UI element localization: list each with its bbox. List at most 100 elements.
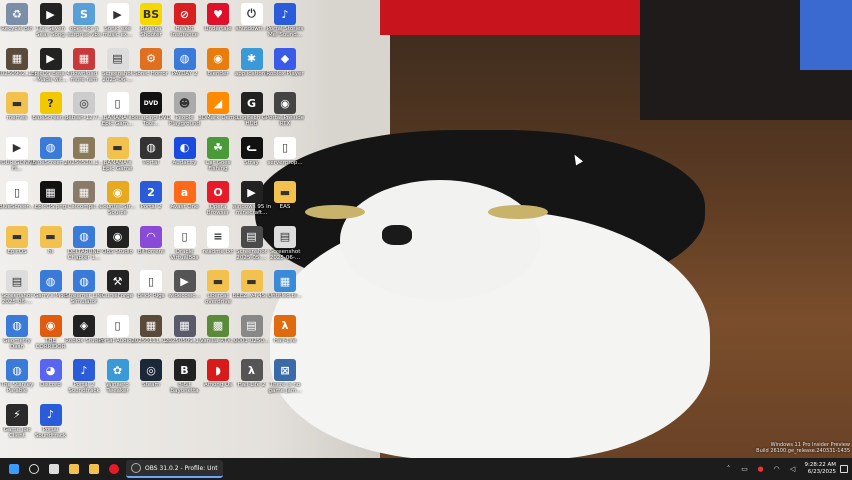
- desktop-icon[interactable]: ◉ THE CORRIDOR: [34, 314, 68, 350]
- desktop-icon[interactable]: ◕ Discord: [34, 359, 68, 388]
- desktop-icon[interactable]: ≡ readme.txt: [201, 225, 235, 255]
- desktop-icon[interactable]: ⏻ shutdown...: [235, 3, 269, 32]
- wifi-icon[interactable]: ◠: [772, 464, 782, 474]
- desktop-icon[interactable]: ▶ EpicOS Beta 4 - Made wit...: [31, 47, 70, 83]
- desktop-icon[interactable]: ◉ Blender: [201, 47, 235, 77]
- desktop-icon[interactable]: λ Half-Life 2: [235, 359, 269, 388]
- desktop-icon[interactable]: ? BlueScreen...: [32, 92, 69, 121]
- desktop-icon[interactable]: ◍ The Stanley Parable: [0, 359, 34, 394]
- desktop-icon[interactable]: DVD Bouncing DVD Tool...: [131, 92, 171, 127]
- desktop-icon[interactable]: ▬ BEEZ_v4.45...: [233, 270, 271, 299]
- store-button[interactable]: [85, 460, 103, 478]
- desktop-icon[interactable]: ▯ Brick Rigs: [134, 270, 168, 299]
- desktop-icon[interactable]: ▶ Sonic exe music ex...: [101, 3, 135, 38]
- start-button[interactable]: [5, 460, 23, 478]
- desktop-icon[interactable]: ◍ Portal: [134, 136, 168, 166]
- search-button[interactable]: [25, 460, 43, 478]
- desktop-icon[interactable]: Sopen for a surprise.vbs: [67, 3, 101, 38]
- desktop-icon[interactable]: ✿ Winaero Tweaker: [101, 359, 135, 394]
- desktop-icon[interactable]: ♪ Portal Soundtrack: [34, 403, 68, 439]
- desktop-icon[interactable]: ▦ Catcompil...: [67, 181, 101, 210]
- desktop-icon[interactable]: ♪ Portal Stories Mel Sound...: [267, 3, 303, 38]
- desktop-icon[interactable]: ◈ Roblox Studio: [65, 314, 103, 344]
- obs-taskbar-button[interactable]: OBS 31.0.2 - Profile: Unt: [126, 460, 223, 478]
- desktop-icon[interactable]: ◐ Audacity: [168, 136, 202, 166]
- desktop-icon[interactable]: ▤ Screenshot 2025-06-...: [268, 225, 302, 261]
- desktop-icon[interactable]: ▯ BlueScreen...: [0, 181, 35, 210]
- desktop-icon[interactable]: ▦ Untitled.bl...: [268, 270, 302, 299]
- desktop-icon[interactable]: ▤ Screenshot 2025-06-...: [101, 47, 135, 83]
- desktop-icon[interactable]: ◎ debian-12.7...: [65, 92, 103, 121]
- desktop-icon[interactable]: G Logitech G HUB: [235, 92, 269, 127]
- desktop-icon[interactable]: ▬ hi: [34, 225, 68, 255]
- desktop-icon[interactable]: ◍ Garry's Mod: [34, 270, 68, 299]
- desktop-icon[interactable]: ◍ PAYDAY 2: [168, 47, 202, 77]
- there-is-no-game-icon: ⊠: [274, 359, 296, 381]
- desktop-icon[interactable]: ⚡ Game Jolt Client: [0, 403, 34, 439]
- desktop-icon[interactable]: a Avast One: [168, 181, 202, 210]
- desktop-icon[interactable]: ▦ 20250902_1...: [0, 47, 37, 77]
- desktop-icon[interactable]: O Opera Browser: [201, 181, 235, 216]
- desktop-icon[interactable]: ▯ serverprop...: [267, 136, 303, 166]
- explorer-button[interactable]: [65, 460, 83, 478]
- volume-icon[interactable]: ◁: [788, 464, 798, 474]
- desktop-icon[interactable]: ▬ EAS: [268, 181, 302, 210]
- desktop-icon[interactable]: ♪ Portal 2 Soundtrack: [67, 359, 101, 394]
- desktop-icon[interactable]: ▦ 20250530_1...: [64, 136, 104, 166]
- desktop-icon[interactable]: ☻ People Playground: [168, 92, 202, 127]
- desktop-icon[interactable]: ◠ BitTorrent: [134, 225, 168, 255]
- opera-taskbar-button[interactable]: [105, 460, 123, 478]
- task-view-button[interactable]: [45, 460, 63, 478]
- desktop-icon[interactable]: ◉ Counter-Str... Source: [99, 181, 136, 216]
- desktop-icon[interactable]: 2 Portal 2: [134, 181, 168, 210]
- desktop-icon[interactable]: ◗ Among Us: [201, 359, 235, 388]
- desktop-icon[interactable]: ▶ YOUR GONNA FI...: [0, 136, 36, 172]
- desktop-icon[interactable]: ◍ Geometry Dash: [0, 314, 34, 350]
- desktop-icon[interactable]: ⊠ There is no game Jam...: [268, 359, 302, 394]
- desktop-icon[interactable]: ᓚ Stray: [235, 136, 269, 166]
- desktop-icon[interactable]: ◍ BlueScreen...: [32, 136, 69, 166]
- desktop-icon[interactable]: ▦ download more ram: [67, 47, 101, 83]
- desktop-icon[interactable]: ◎ Steam: [134, 359, 168, 388]
- folder-icon: ▬: [274, 181, 296, 203]
- desktop-icon[interactable]: ◉ OBS Studio: [101, 225, 135, 255]
- obs-icon: [131, 463, 141, 473]
- desktop-icon[interactable]: BS Banana Shooter: [134, 3, 168, 38]
- notification-bell-icon[interactable]: [840, 465, 848, 473]
- desktop-icon[interactable]: ◢ 3DMark Demo: [198, 92, 238, 121]
- desktop-icon[interactable]: ◆ Roblox Player: [266, 47, 304, 77]
- desktop-icon[interactable]: ▤ 0001-0250...: [234, 314, 269, 344]
- desktop-icon[interactable]: ▦ 20250111_0...: [131, 314, 171, 344]
- desktop-icon[interactable]: λ Half-Life: [268, 314, 302, 344]
- chevron-up-icon[interactable]: ˄: [724, 464, 734, 474]
- desktop-icon[interactable]: ⚙ Sonic Horror: [134, 47, 168, 77]
- desktop-icon[interactable]: ▶ The Seven Seas Song: [34, 3, 68, 38]
- desktop-icon[interactable]: ⚒ CurseForge: [101, 270, 135, 299]
- desktop-icon[interactable]: ♻ Recycle Bin: [0, 3, 34, 32]
- desktop-icon[interactable]: ◍ DELTARUNE Chapter 1...: [67, 225, 101, 261]
- desktop-icon[interactable]: ▬ BANANA's Epic Game: [101, 136, 135, 172]
- desktop-icon[interactable]: ♥ Undertale: [201, 3, 235, 32]
- clock[interactable]: 9:28:22 AM 6/23/2025: [805, 462, 836, 476]
- desktop-icon[interactable]: ▦ 20250509_1...: [165, 314, 204, 344]
- desktop-icon[interactable]: ▶ widecowc...: [168, 270, 202, 299]
- desktop-icon[interactable]: ▤ Screenshot 2025-05-...: [235, 225, 269, 261]
- desktop-icon[interactable]: ▩ Vanilla-RTX...: [200, 314, 236, 344]
- desktop-icon[interactable]: ▯ Portal Audio...: [98, 314, 137, 344]
- desktop-icon[interactable]: ▤ Screenshot 2025-06-...: [0, 270, 34, 305]
- desktop-icon[interactable]: ☘ Cat Goes Fishing: [201, 136, 235, 172]
- desktop-icon[interactable]: ▯ BANANA's Epic Gam...: [101, 92, 135, 127]
- desktop-icon[interactable]: B 8-Bit Bayonetta: [168, 359, 202, 394]
- desktop-icon[interactable]: ▬ memes: [0, 92, 34, 121]
- desktop-icon[interactable]: ▬ ubercat overdrive: [201, 270, 235, 305]
- desktop-icon[interactable]: ✱ applications: [235, 47, 269, 77]
- desktop-icon[interactable]: ▬ EpicOS: [0, 225, 34, 255]
- desktop-icon[interactable]: ▯ Oracle VirtualBox: [168, 225, 202, 261]
- network-icon[interactable]: ▭: [740, 464, 750, 474]
- desktop-icon[interactable]: ⊘ Health Insurance: [168, 3, 202, 38]
- microphone-icon[interactable]: ●: [756, 464, 766, 474]
- desktop-icon[interactable]: ◍ Streamer Life Simulator: [65, 270, 103, 305]
- desktop-icon[interactable]: ▦ EpicOS.png: [34, 181, 68, 210]
- desktop-icon[interactable]: ▶ windows 95 in minecraft...: [232, 181, 271, 216]
- desktop-icon[interactable]: ◉ Portal Prelude RTX: [266, 92, 304, 127]
